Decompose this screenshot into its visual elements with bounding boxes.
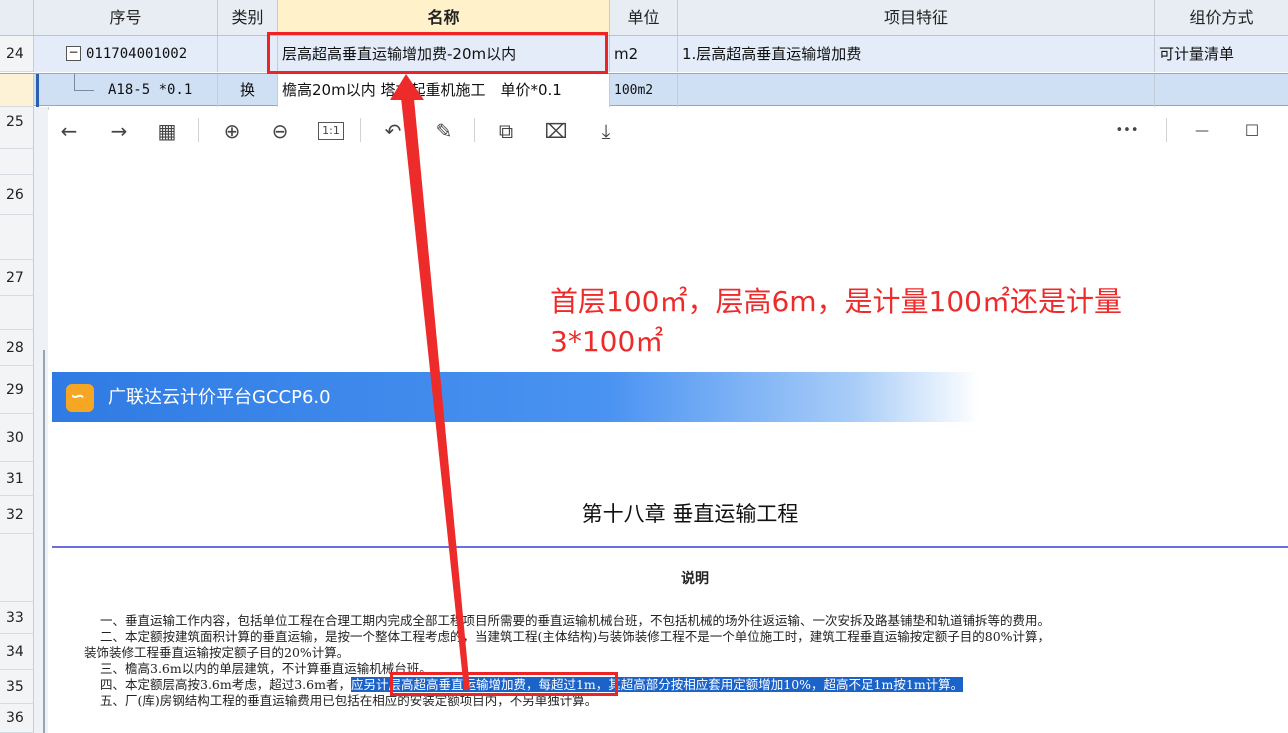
annotation-line-2: 3*100㎡ [550,325,664,358]
arrow-shaft [400,88,470,690]
annotation-arrow [390,74,470,690]
annotation-question: 首层100㎡，层高6m，是计量100㎡还是计量 3*100㎡ [550,282,1240,362]
annotation-line-1: 首层100㎡，层高6m，是计量100㎡还是计量 [550,285,1122,318]
arrow-head [390,74,424,100]
